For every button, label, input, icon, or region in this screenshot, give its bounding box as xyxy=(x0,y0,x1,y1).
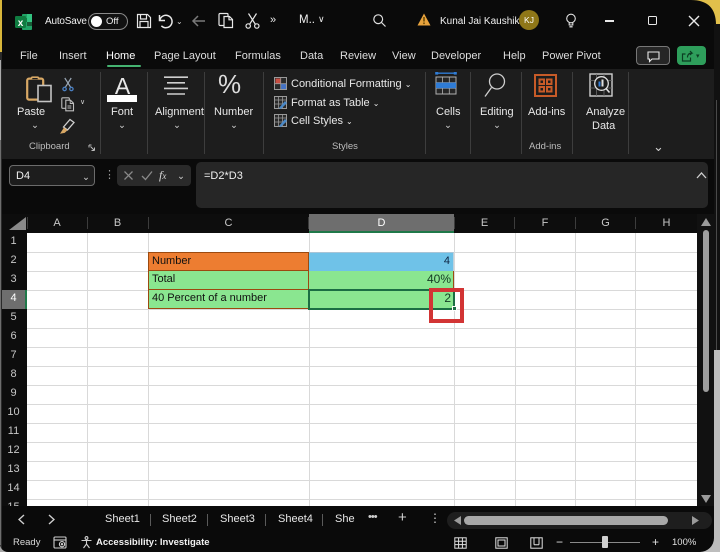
svg-text:x: x xyxy=(18,18,24,29)
